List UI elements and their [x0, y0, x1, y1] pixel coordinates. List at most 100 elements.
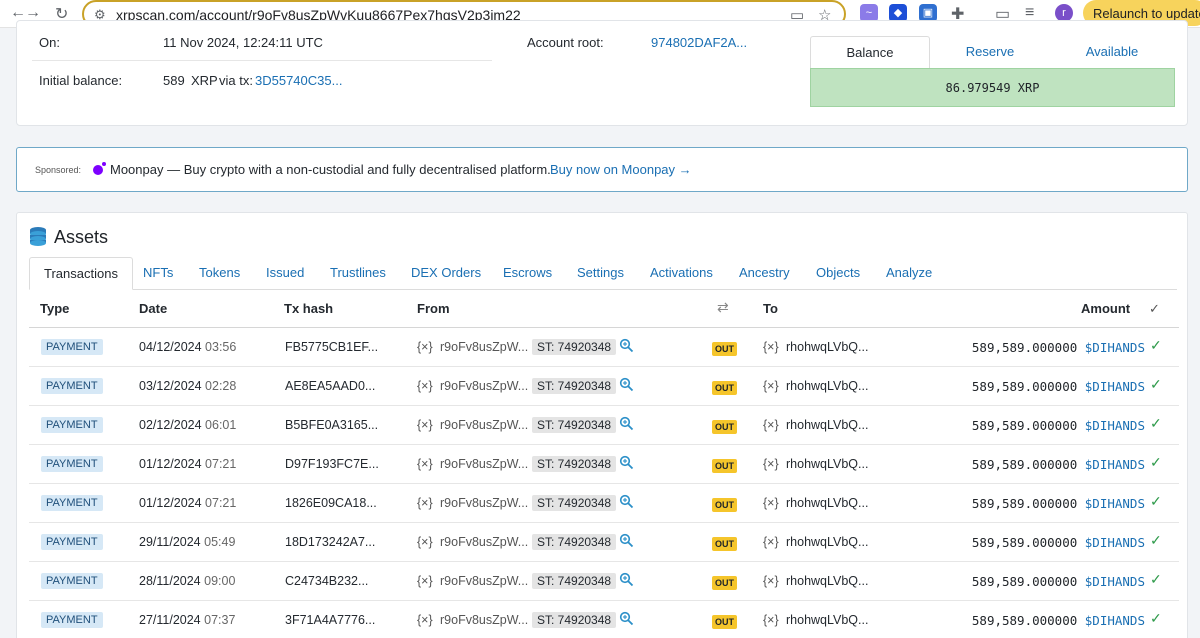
amount-currency-link[interactable]: $DIHANDS — [1085, 574, 1145, 589]
amount-number: 589,589.000000 — [971, 418, 1078, 433]
account-type-icon: {×} — [763, 574, 779, 588]
header-tx-hash: Tx hash — [284, 301, 334, 316]
to-address-link[interactable]: rhohwqLVbQ... — [786, 496, 868, 510]
magnifier-icon[interactable] — [619, 338, 634, 353]
tx-date-day: 03/12/2024 — [139, 379, 202, 393]
tab-dex-orders[interactable]: DEX Orders — [411, 257, 481, 290]
tab-settings[interactable]: Settings — [577, 257, 624, 290]
table-row: PAYMENT 01/12/2024 07:21 D97F193FC7E... {×}… — [29, 445, 1179, 484]
amount-currency-link[interactable]: $DIHANDS — [1085, 457, 1145, 472]
source-tag-badge: ST: 74920348 — [532, 495, 617, 511]
initial-balance-label: Initial balance: — [39, 73, 123, 88]
success-check-icon: ✓ — [1150, 493, 1162, 509]
to-address-link[interactable]: rhohwqLVbQ... — [786, 379, 868, 393]
tab-transactions[interactable]: Transactions — [29, 257, 133, 290]
amount-value: 589,589.000000 $DIHANDS — [972, 496, 1145, 511]
magnifier-icon[interactable] — [619, 572, 634, 587]
magnifier-icon[interactable] — [619, 494, 634, 509]
to-address-link[interactable]: rhohwqLVbQ... — [786, 457, 868, 471]
amount-number: 589,589.000000 — [971, 379, 1078, 394]
tab-issued[interactable]: Issued — [266, 257, 304, 290]
amount-currency-link[interactable]: $DIHANDS — [1085, 496, 1145, 511]
from-address[interactable]: r9oFv8usZpW... — [440, 496, 528, 510]
from-address[interactable]: r9oFv8usZpW... — [440, 379, 528, 393]
sponsored-banner: Sponsored: Moonpay — Buy crypto with a n… — [16, 147, 1188, 192]
tab-reserve[interactable]: Reserve — [930, 36, 1050, 68]
direction-badge: OUT — [712, 615, 737, 629]
tab-nfts[interactable]: NFTs — [143, 257, 173, 290]
amount-currency-link[interactable]: $DIHANDS — [1085, 379, 1145, 394]
via-tx-label: via tx: — [219, 73, 253, 88]
tx-date-day: 29/11/2024 — [139, 535, 201, 549]
to-address-link[interactable]: rhohwqLVbQ... — [786, 574, 868, 588]
tab-tokens[interactable]: Tokens — [199, 257, 240, 290]
tab-trustlines[interactable]: Trustlines — [330, 257, 386, 290]
tab-analyze[interactable]: Analyze — [886, 257, 932, 290]
account-type-icon: {×} — [417, 379, 433, 393]
amount-number: 589,589.000000 — [971, 496, 1078, 511]
tx-date: 02/12/2024 06:01 — [139, 418, 236, 432]
to-address-link[interactable]: rhohwqLVbQ... — [786, 340, 868, 354]
direction-badge: OUT — [712, 420, 737, 434]
from-address[interactable]: r9oFv8usZpW... — [440, 535, 528, 549]
magnifier-icon[interactable] — [619, 611, 634, 626]
from-address[interactable]: r9oFv8usZpW... — [440, 340, 528, 354]
tx-hash-link[interactable]: AE8EA5AAD0... — [285, 379, 375, 393]
tx-time: 03:56 — [205, 340, 237, 354]
account-root-label: Account root: — [527, 35, 604, 50]
payment-badge: PAYMENT — [41, 417, 103, 433]
table-row: PAYMENT 29/11/2024 05:49 18D173242A7... {×}… — [29, 523, 1179, 562]
tx-hash-link[interactable]: 3F71A4A7776... — [285, 613, 375, 627]
swap-direction-icon[interactable]: ⇄ — [717, 299, 729, 316]
moonpay-logo-icon — [93, 162, 106, 175]
success-check-icon: ✓ — [1150, 532, 1162, 548]
to-address-link[interactable]: rhohwqLVbQ... — [786, 613, 868, 627]
via-tx-link[interactable]: 3D55740C35... — [255, 73, 342, 88]
header-type: Type — [40, 301, 70, 316]
tab-objects[interactable]: Objects — [816, 257, 860, 290]
magnifier-icon[interactable] — [619, 533, 634, 548]
header-date: Date — [139, 301, 168, 316]
payment-badge: PAYMENT — [41, 573, 103, 589]
tab-escrows[interactable]: Escrows — [503, 257, 552, 290]
amount-number: 589,589.000000 — [971, 340, 1078, 355]
from-address[interactable]: r9oFv8usZpW... — [440, 418, 528, 432]
amount-currency-link[interactable]: $DIHANDS — [1085, 340, 1145, 355]
account-root-link[interactable]: 974802DAF2A... — [651, 35, 747, 50]
tx-hash-link[interactable]: C24734B232... — [285, 574, 368, 588]
from-address[interactable]: r9oFv8usZpW... — [440, 457, 528, 471]
to-address-link[interactable]: rhohwqLVbQ... — [786, 418, 868, 432]
tx-hash-link[interactable]: FB5775CB1EF... — [285, 340, 378, 354]
direction-badge: OUT — [712, 498, 737, 512]
source-tag-badge: ST: 74920348 — [532, 417, 617, 433]
tx-hash-link[interactable]: B5BFE0A3165... — [285, 418, 378, 432]
payment-badge: PAYMENT — [41, 339, 103, 355]
amount-value: 589,589.000000 $DIHANDS — [972, 340, 1145, 355]
from-address[interactable]: r9oFv8usZpW... — [440, 574, 528, 588]
tx-hash-link[interactable]: 1826E09CA18... — [285, 496, 377, 510]
header-amount: Amount — [1081, 301, 1131, 316]
tx-time: 06:01 — [205, 418, 237, 432]
to-address-link[interactable]: rhohwqLVbQ... — [786, 535, 868, 549]
tab-ancestry[interactable]: Ancestry — [739, 257, 790, 290]
magnifier-icon[interactable] — [619, 455, 634, 470]
table-row: PAYMENT 04/12/2024 03:56 FB5775CB1EF... {×}… — [29, 328, 1179, 367]
from-address[interactable]: r9oFv8usZpW... — [440, 613, 528, 627]
tx-time: 07:21 — [205, 496, 237, 510]
direction-badge: OUT — [712, 381, 737, 395]
tx-hash-link[interactable]: D97F193FC7E... — [285, 457, 379, 471]
payment-badge: PAYMENT — [41, 534, 103, 550]
amount-currency-link[interactable]: $DIHANDS — [1085, 418, 1145, 433]
tab-activations[interactable]: Activations — [650, 257, 713, 290]
amount-currency-link[interactable]: $DIHANDS — [1085, 535, 1145, 550]
sponsored-link[interactable]: Buy now on Moonpay → — [550, 162, 692, 177]
tab-available[interactable]: Available — [1052, 36, 1172, 68]
tx-hash-link[interactable]: 18D173242A7... — [285, 535, 375, 549]
amount-currency-link[interactable]: $DIHANDS — [1085, 613, 1145, 628]
tab-balance[interactable]: Balance — [810, 36, 930, 68]
magnifier-icon[interactable] — [619, 416, 634, 431]
source-tag-badge: ST: 74920348 — [532, 339, 617, 355]
account-type-icon: {×} — [763, 340, 779, 354]
amount-value: 589,589.000000 $DIHANDS — [972, 457, 1145, 472]
magnifier-icon[interactable] — [619, 377, 634, 392]
